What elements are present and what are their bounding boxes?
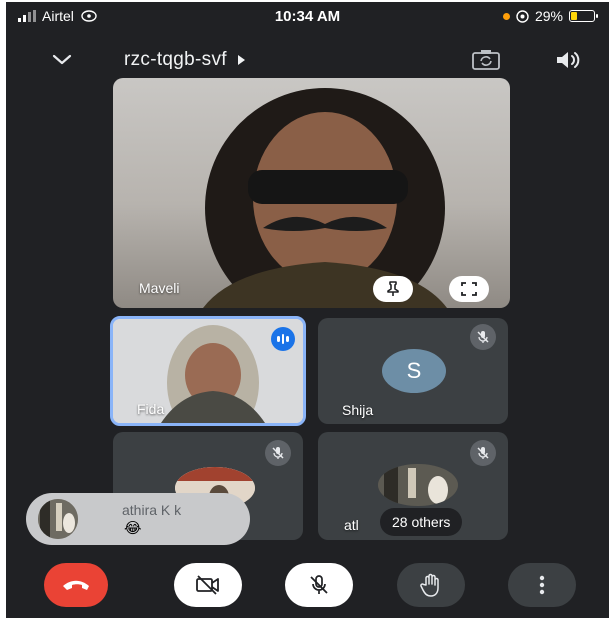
mic-off-icon xyxy=(310,575,328,594)
end-call-icon xyxy=(63,580,89,590)
participant-tile-fida[interactable]: Fida xyxy=(110,316,306,426)
speaking-indicator-icon xyxy=(271,327,295,351)
participant-name: Shija xyxy=(342,402,374,418)
more-options-button[interactable] xyxy=(508,563,576,607)
participant-tile-others[interactable]: atl 28 others xyxy=(318,432,508,540)
avatar xyxy=(38,499,78,539)
pin-icon xyxy=(387,281,399,296)
more-options-icon xyxy=(539,575,545,595)
meeting-code-button[interactable]: rzc-tqgb-svf xyxy=(124,49,245,71)
participant-video xyxy=(203,88,447,308)
caret-right-icon xyxy=(237,55,245,65)
avatar: S xyxy=(382,349,446,393)
mic-muted-icon xyxy=(470,440,496,466)
switch-camera-icon[interactable] xyxy=(470,48,502,72)
camera-toggle-button[interactable] xyxy=(174,563,242,607)
mic-toggle-button[interactable] xyxy=(285,563,353,607)
battery-icon xyxy=(569,10,598,22)
participant-name: atl xyxy=(344,517,359,533)
pin-button[interactable] xyxy=(373,276,413,302)
call-top-bar: rzc-tqgb-svf xyxy=(6,42,609,78)
reaction-sender-name: athira K k xyxy=(122,502,182,518)
raise-hand-button[interactable] xyxy=(397,563,465,607)
avatar xyxy=(378,464,458,506)
main-video-tile[interactable]: Maveli xyxy=(113,78,510,308)
fullscreen-icon xyxy=(461,282,477,296)
battery-percent: 29% xyxy=(534,8,563,24)
fullscreen-button[interactable] xyxy=(449,276,489,302)
reaction-emoji: 😂 xyxy=(124,520,142,537)
mic-muted-icon xyxy=(265,440,291,466)
participant-name: Maveli xyxy=(139,280,180,296)
speaker-icon[interactable] xyxy=(554,48,582,72)
meeting-code: rzc-tqgb-svf xyxy=(124,49,227,70)
location-icon xyxy=(516,9,529,23)
meet-call-screen: Airtel 10:34 AM 29% rzc-tqgb-svf Maveli xyxy=(6,2,609,618)
participant-name: Fida xyxy=(137,401,165,417)
reaction-toast: athira K k 😂 xyxy=(26,493,250,545)
chevron-down-icon[interactable] xyxy=(50,48,74,72)
others-count-badge[interactable]: 28 others xyxy=(380,508,463,536)
status-bar: Airtel 10:34 AM 29% xyxy=(6,2,609,32)
camera-off-icon xyxy=(196,575,219,595)
mic-in-use-dot xyxy=(502,12,510,20)
mic-muted-icon xyxy=(470,324,496,350)
raise-hand-icon xyxy=(420,573,439,597)
participant-tile-shija[interactable]: S Shija xyxy=(318,318,508,424)
end-call-button[interactable] xyxy=(44,563,108,607)
